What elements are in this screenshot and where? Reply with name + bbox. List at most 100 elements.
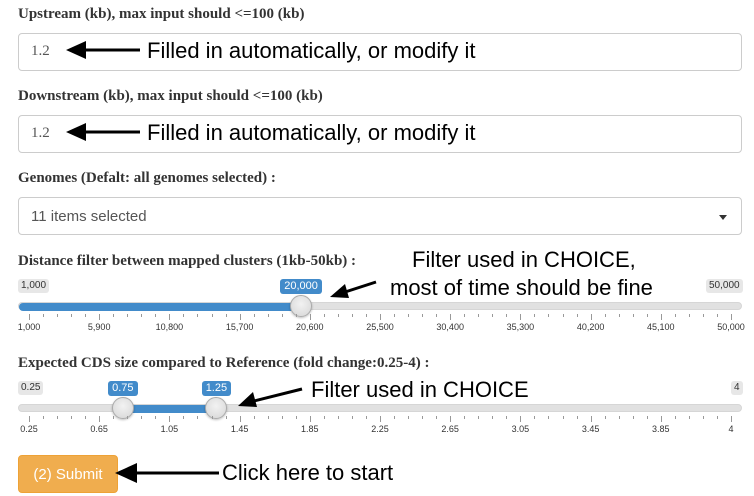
cds-tick: [731, 416, 732, 422]
cds-high-value-label: 1.25: [201, 381, 232, 396]
cds-tick-label: 0.25: [20, 424, 38, 434]
distance-tick: [450, 314, 452, 320]
cds-minor-tick: [155, 416, 157, 419]
distance-minor-tick: [576, 314, 578, 317]
distance-minor-tick: [506, 314, 508, 317]
cds-tick: [99, 416, 101, 422]
cds-high-handle[interactable]: [205, 397, 228, 419]
distance-minor-tick: [422, 314, 424, 317]
cds-tick: [239, 416, 241, 422]
distance-tick: [239, 314, 241, 320]
distance-minor-tick: [253, 314, 255, 317]
cds-tick: [169, 416, 171, 422]
distance-minor-tick: [281, 314, 283, 317]
distance-minor-tick: [141, 314, 143, 317]
cds-note: Filter used in CHOICE: [311, 377, 529, 402]
chevron-down-icon[interactable]: [719, 215, 727, 220]
distance-tick: [169, 314, 171, 320]
cds-minor-tick: [408, 416, 410, 419]
cds-minor-tick: [576, 416, 578, 419]
cds-minor-tick: [197, 416, 199, 419]
cds-tick-label: 1.05: [160, 424, 179, 434]
cds-minor-tick: [267, 416, 269, 419]
cds-minor-tick: [113, 416, 115, 419]
cds-tick: [380, 416, 381, 422]
distance-minor-tick: [534, 314, 536, 317]
distance-tick-label: 25,500: [366, 322, 394, 332]
cds-minor-tick: [478, 416, 480, 419]
cds-minor-tick: [71, 416, 73, 419]
cds-minor-tick: [534, 416, 536, 419]
distance-minor-tick: [632, 314, 634, 317]
distance-minor-tick: [323, 314, 325, 317]
distance-minor-tick: [548, 314, 550, 317]
distance-note-line1: Filter used in CHOICE,: [412, 247, 636, 272]
cds-tick-label: 1.45: [230, 424, 249, 434]
genomes-label: Genomes (Defalt: all genomes selected) :: [18, 170, 276, 186]
distance-arrow-icon: [330, 280, 377, 298]
submit-note: Click here to start: [222, 460, 394, 485]
cds-minor-tick: [141, 416, 143, 419]
cds-tick-label: 3.05: [511, 424, 530, 434]
distance-tick-label: 1,000: [17, 322, 41, 332]
cds-arrow-icon: [238, 387, 303, 407]
distance-slider-fill: [19, 303, 302, 311]
genomes-select[interactable]: 11 items selected: [18, 197, 742, 235]
distance-tick: [590, 314, 592, 320]
distance-min-label: 1,000: [18, 279, 50, 293]
upstream-label: Upstream (kb), max input should <=100 (k…: [18, 6, 305, 22]
cds-minor-tick: [85, 416, 87, 419]
distance-minor-tick: [351, 314, 353, 317]
cds-max-label: 4: [731, 381, 743, 395]
cds-minor-tick: [365, 416, 367, 419]
distance-minor-tick: [337, 314, 339, 317]
distance-tick-label: 10,800: [155, 322, 184, 332]
distance-tick: [29, 314, 30, 320]
distance-tick: [99, 314, 101, 320]
distance-minor-tick: [688, 314, 690, 317]
cds-tick-label: 2.25: [371, 424, 389, 434]
submit-arrow-icon: [115, 463, 219, 483]
distance-minor-tick: [365, 314, 367, 317]
cds-minor-tick: [394, 416, 396, 419]
cds-tick-label: 3.45: [581, 424, 600, 434]
distance-minor-tick: [43, 314, 45, 317]
distance-slider-track[interactable]: [18, 302, 742, 310]
submit-button[interactable]: (2) Submit: [18, 455, 118, 493]
distance-slider-label: Distance filter between mapped clusters …: [18, 253, 357, 269]
cds-slider-track[interactable]: [18, 404, 742, 412]
cds-tick: [660, 416, 662, 422]
cds-minor-tick: [337, 416, 339, 419]
distance-tick: [309, 314, 311, 320]
cds-tick-label: 2.65: [441, 424, 459, 434]
upstream-note: Filled in automatically, or modify it: [147, 38, 476, 63]
distance-tick: [731, 314, 732, 320]
cds-minor-tick: [183, 416, 185, 419]
cds-minor-tick: [618, 416, 620, 419]
cds-tick: [590, 416, 592, 422]
cds-minor-tick: [422, 416, 424, 419]
distance-minor-tick: [702, 314, 704, 317]
cds-low-value-label: 0.75: [108, 381, 138, 396]
distance-minor-tick: [562, 314, 564, 317]
distance-tick-label: 20,600: [296, 322, 324, 332]
cds-minor-tick: [688, 416, 690, 419]
cds-tick-label: 0.65: [90, 424, 108, 434]
distance-tick: [520, 314, 522, 320]
distance-minor-tick: [225, 314, 227, 317]
cds-minor-tick: [295, 416, 297, 419]
distance-minor-tick: [295, 314, 297, 317]
distance-tick: [380, 314, 381, 320]
cds-tick: [450, 416, 452, 422]
distance-minor-tick: [618, 314, 620, 317]
cds-minor-tick: [211, 416, 213, 419]
distance-tick-label: 50,000: [717, 322, 745, 332]
distance-slider-handle[interactable]: [290, 295, 313, 317]
distance-minor-tick: [492, 314, 494, 317]
cds-minor-tick: [716, 416, 718, 419]
distance-tick-label: 5,900: [87, 322, 111, 332]
cds-low-handle[interactable]: [111, 397, 134, 419]
cds-minor-tick: [492, 416, 494, 419]
distance-tick-label: 45,100: [647, 322, 675, 332]
cds-min-label: 0.25: [18, 381, 44, 395]
